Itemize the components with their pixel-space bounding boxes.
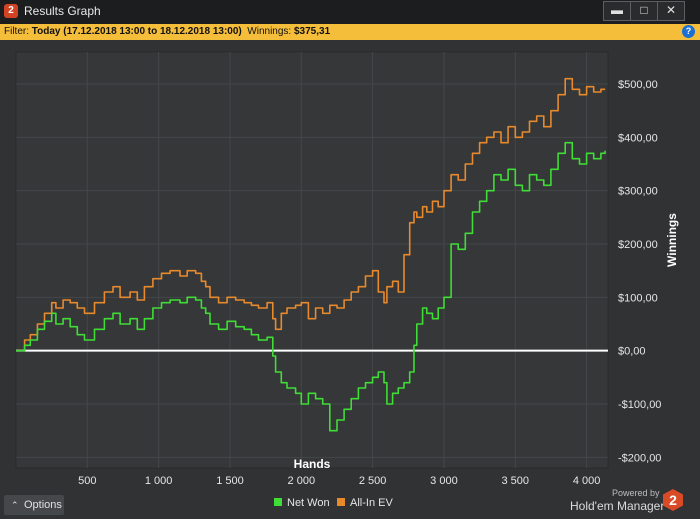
graph-panel: 500 1 000 1 500 2 000 2 500 3 000 3 500 4 000 $…	[0, 40, 700, 519]
legend-swatch-net-won	[274, 498, 282, 506]
maximize-button[interactable]: □	[630, 1, 658, 21]
minimize-button[interactable]: ▬	[603, 1, 631, 21]
y-tick-label: $0,00	[618, 346, 646, 358]
y-tick-label: -$200,00	[618, 452, 661, 464]
y-tick-label: -$100,00	[618, 399, 661, 411]
y-tick-label: $200,00	[618, 239, 658, 251]
legend-net-won: Net Won	[274, 497, 330, 509]
x-tick-label: 500	[78, 475, 96, 487]
filter-label: Filter:	[4, 26, 32, 37]
x-axis-label: Hands	[294, 457, 331, 471]
y-tick-label: $500,00	[618, 79, 658, 91]
x-tick-label: 1 500	[216, 475, 244, 487]
x-tick-label: 3 500	[502, 475, 530, 487]
winnings-label: Winnings:	[241, 26, 294, 37]
y-tick-label: $300,00	[618, 186, 658, 198]
app-logo-icon: 2	[4, 4, 18, 18]
legend-swatch-all-in-ev	[337, 498, 345, 506]
y-axis-label: Winnings	[665, 213, 679, 267]
x-tick-label: 2 000	[288, 475, 316, 487]
filter-bar: Filter: Today (17.12.2018 13:00 to 18.12…	[0, 24, 700, 40]
filter-range: Today (17.12.2018 13:00 to 18.12.2018 13…	[31, 26, 242, 37]
chevron-up-icon: ⌃	[11, 500, 19, 510]
brand-name: Hold'em Manager	[570, 499, 665, 513]
powered-by-text: Powered by	[612, 488, 660, 498]
plot-area	[15, 51, 609, 469]
legend-label-net-won: Net Won	[287, 497, 330, 509]
y-tick-label: $400,00	[618, 132, 658, 144]
x-tick-label: 3 000	[430, 475, 458, 487]
legend-all-in-ev: All-In EV	[337, 497, 393, 509]
options-label: Options	[24, 499, 62, 511]
winnings-value: $375,31	[293, 26, 331, 37]
y-tick-label: $100,00	[618, 292, 658, 304]
results-chart: 500 1 000 1 500 2 000 2 500 3 000 3 500 4 000 $…	[15, 51, 679, 487]
options-button[interactable]: ⌃ Options	[4, 495, 64, 515]
legend-label-all-in-ev: All-In EV	[350, 497, 393, 509]
brand-logo: 2	[663, 489, 683, 511]
x-axis-ticks: 500 1 000 1 500 2 000 2 500 3 000 3 500 4 000	[78, 475, 600, 487]
x-tick-label: 1 000	[145, 475, 173, 487]
close-button[interactable]: ✕	[657, 1, 685, 21]
x-tick-label: 2 500	[359, 475, 387, 487]
title-bar: 2 Results Graph ▬ □ ✕	[0, 0, 700, 25]
y-axis-ticks: $500,00 $400,00 $300,00 $200,00 $100,00 $0,00…	[618, 79, 661, 464]
x-tick-label: 4 000	[573, 475, 601, 487]
footer-bar: ⌃ Options Net Won All-In EV Powered by H…	[0, 488, 700, 519]
help-icon[interactable]: ?	[682, 25, 695, 38]
window-title: Results Graph	[24, 4, 101, 18]
